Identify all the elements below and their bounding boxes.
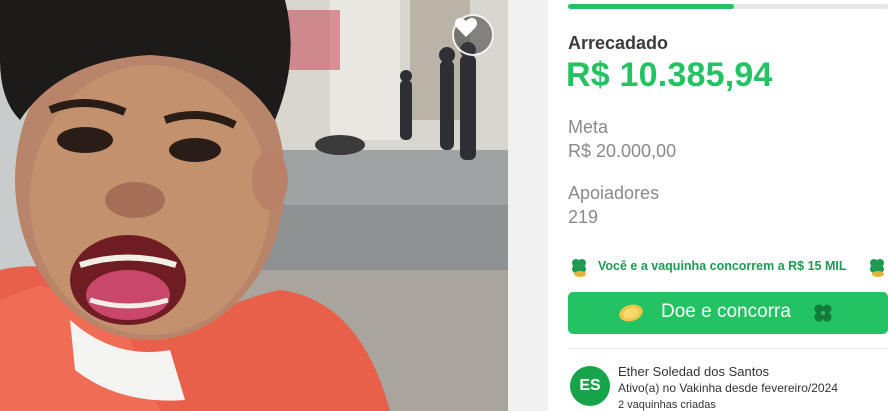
clover-icon: [814, 304, 832, 322]
owner-campaign-count: 2 vaquinhas criadas: [618, 399, 716, 411]
raised-label: Arrecadado: [568, 33, 669, 53]
layout-gutter: [508, 0, 548, 411]
coin-icon: [619, 304, 643, 322]
clover-icon: [572, 259, 586, 277]
donate-button[interactable]: Doe e concorra: [568, 292, 888, 334]
campaign-photo-illustration: [0, 0, 508, 411]
favorite-button[interactable]: [452, 14, 494, 56]
avatar[interactable]: ES: [570, 366, 610, 406]
goal-label: Meta: [568, 117, 609, 137]
promo-banner: Você e a vaquinha concorrem a R$ 15 MIL: [568, 256, 888, 278]
divider: [568, 348, 888, 349]
heart-icon: [455, 17, 477, 37]
goal-value: R$ 20.000,00: [568, 141, 677, 161]
raised-value: R$ 10.385,94: [566, 56, 773, 94]
progress-bar-fill: [568, 4, 735, 9]
owner-name[interactable]: Ether Soledad dos Santos: [618, 364, 769, 379]
donate-button-label: Doe e concorra: [661, 301, 791, 322]
donation-panel: Arrecadado R$ 10.385,94 Meta R$ 20.000,0…: [548, 0, 888, 411]
supporters-value: 219: [568, 207, 599, 227]
supporters-label: Apoiadores: [568, 183, 660, 203]
clover-icon: [870, 259, 884, 277]
promo-text: Você e a vaquinha concorrem a R$ 15 MIL: [598, 259, 847, 273]
campaign-photo: [0, 0, 508, 411]
owner-since: Ativo(a) no Vakinha desde fevereiro/2024: [618, 381, 838, 395]
progress-bar: [568, 4, 888, 9]
